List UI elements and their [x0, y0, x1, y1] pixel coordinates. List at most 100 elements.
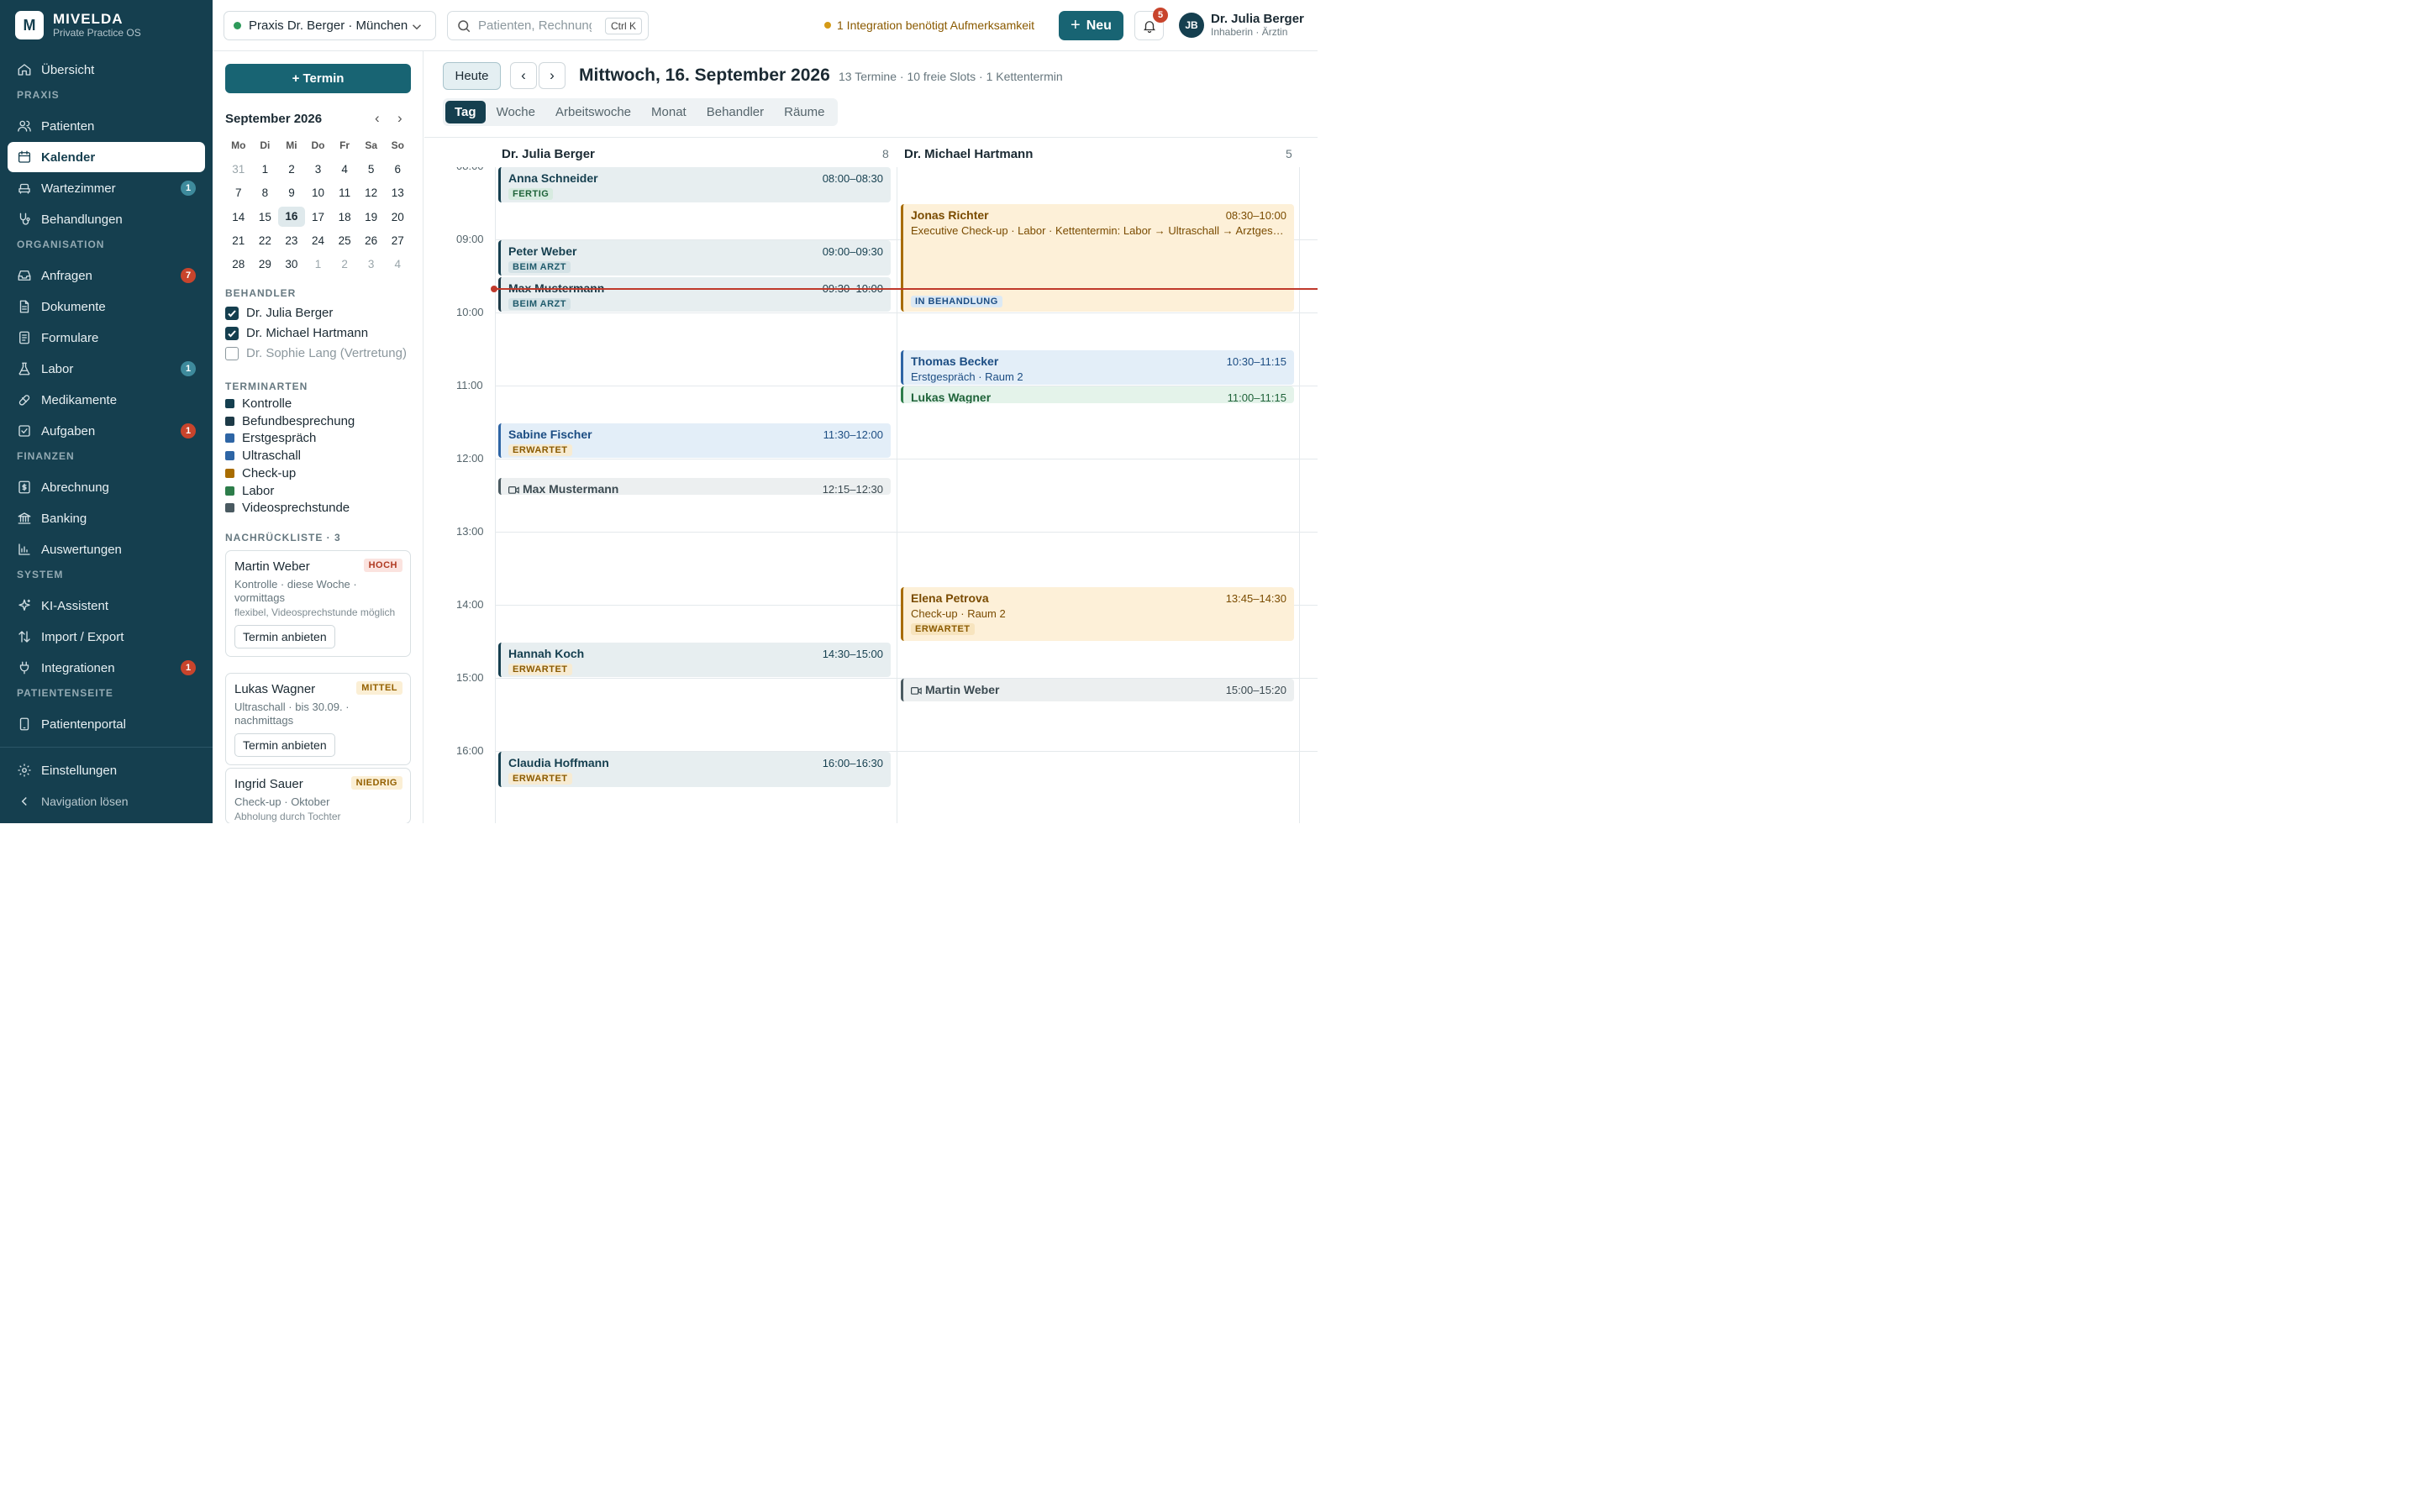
sidebar-item-medikamente[interactable]: Medikamente [8, 385, 205, 415]
sidebar-item-ki-assistent[interactable]: KI-Assistent [8, 591, 205, 621]
notifications-button[interactable]: 5 [1134, 8, 1168, 40]
sidebar-item-integrationen[interactable]: Integrationen 1 [8, 653, 205, 683]
behandler-filter[interactable]: Dr. Michael Hartmann [225, 326, 368, 340]
mini-calendar-day[interactable]: 28 [225, 258, 252, 270]
checkbox-unchecked[interactable] [225, 346, 239, 360]
mini-calendar-next-button[interactable]: › [397, 110, 402, 127]
sidebar-item-settings[interactable]: Einstellungen [8, 755, 205, 785]
mini-calendar-day[interactable]: 21 [225, 234, 252, 247]
mini-calendar-day[interactable]: 1 [252, 163, 279, 176]
mini-calendar-day[interactable]: 19 [358, 211, 385, 223]
mini-calendar-day[interactable]: 2 [278, 163, 305, 176]
appointment-card[interactable]: Peter Weber 09:00–09:30 BEIM ARZT [498, 240, 891, 276]
mini-calendar-day[interactable]: 2 [331, 258, 358, 270]
mini-calendar-day[interactable]: 12 [358, 186, 385, 199]
tab-arbeitswoche[interactable]: Arbeitswoche [546, 101, 640, 123]
appointment-card[interactable]: Claudia Hoffmann 16:00–16:30 ERWARTET [498, 752, 891, 787]
avatar[interactable]: JB [1179, 13, 1204, 38]
checkbox-checked[interactable] [225, 306, 239, 320]
sidebar-item-behandlungen[interactable]: Behandlungen [8, 204, 205, 234]
checkbox-checked[interactable] [225, 326, 239, 340]
mini-calendar-day-today[interactable]: 16 [278, 207, 305, 228]
mini-calendar-day[interactable]: 18 [331, 211, 358, 223]
sidebar-item-formulare[interactable]: Formulare [8, 323, 205, 353]
tab-monat[interactable]: Monat [642, 101, 696, 123]
sidebar-item-labor[interactable]: Labor 1 [8, 354, 205, 384]
day-grid[interactable]: 08:00 09:00 10:00 11:00 12:00 13:00 14:00 15:00… [424, 167, 1318, 823]
mini-calendar-day[interactable]: 13 [384, 186, 411, 199]
user-name[interactable]: Dr. Julia Berger [1211, 12, 1304, 26]
mini-calendar-day[interactable]: 7 [225, 186, 252, 199]
appointment-card[interactable]: Elena Petrova 13:45–14:30 Check-up · Raum … [901, 587, 1294, 641]
sidebar-item-übersicht[interactable]: Übersicht [8, 55, 205, 85]
mini-calendar-day[interactable]: 30 [278, 258, 305, 270]
appointment-card[interactable]: Sabine Fischer 11:30–12:00 ERWARTET [498, 423, 891, 458]
mini-calendar-day[interactable]: 11 [331, 186, 358, 199]
sidebar-item-wartezimmer[interactable]: Wartezimmer 1 [8, 173, 205, 203]
appointment-card[interactable]: Lukas Wagner 11:00–11:15 [901, 386, 1294, 403]
prev-day-button[interactable]: ‹ [510, 62, 537, 89]
sidebar-item-patientenportal[interactable]: Patientenportal [8, 709, 205, 739]
sidebar-item-auswertungen[interactable]: Auswertungen [8, 534, 205, 564]
mini-calendar-day[interactable]: 29 [252, 258, 279, 270]
mini-calendar-day[interactable]: 8 [252, 186, 279, 199]
mini-calendar-day[interactable]: 6 [384, 163, 411, 176]
tab-woche[interactable]: Woche [487, 101, 544, 123]
mini-calendar-day[interactable]: 17 [305, 211, 332, 223]
add-appointment-button[interactable]: + Termin [225, 64, 411, 93]
tab-räume[interactable]: Räume [775, 101, 834, 123]
mini-calendar-day[interactable]: 4 [384, 258, 411, 270]
sidebar-item-abrechnung[interactable]: Abrechnung [8, 472, 205, 502]
mini-calendar-day[interactable]: 10 [305, 186, 332, 199]
mini-calendar-day[interactable]: 26 [358, 234, 385, 247]
sidebar-item-anfragen[interactable]: Anfragen 7 [8, 260, 205, 291]
sidebar-item-label: Anfragen [41, 268, 92, 283]
today-button[interactable]: Heute [443, 62, 501, 90]
search-input[interactable] [478, 18, 592, 33]
waitlist-card[interactable]: Martin Weber HOCH Kontrolle · diese Woche … [225, 550, 411, 657]
appointment-card[interactable]: Jonas Richter 08:30–10:00 Executive Check-… [901, 203, 1294, 312]
global-search[interactable]: Ctrl K [447, 11, 649, 40]
tab-tag[interactable]: Tag [445, 101, 486, 123]
mini-calendar-day[interactable]: 3 [305, 163, 332, 176]
sidebar-item-banking[interactable]: Banking [8, 503, 205, 533]
collapse-navigation-button[interactable]: Navigation lösen [8, 786, 205, 816]
sidebar-item-import-export[interactable]: Import / Export [8, 622, 205, 652]
appointment-card[interactable]: Max Mustermann09:30–10:00BEIM ARZT [498, 276, 891, 312]
mini-calendar-day[interactable]: 31 [225, 163, 252, 176]
mini-calendar-prev-button[interactable]: ‹ [375, 110, 380, 127]
mini-calendar-day[interactable]: 14 [225, 211, 252, 223]
sidebar-item-aufgaben[interactable]: Aufgaben 1 [8, 416, 205, 446]
mini-calendar-day[interactable]: 4 [331, 163, 358, 176]
mini-calendar-day[interactable]: 1 [305, 258, 332, 270]
behandler-filter[interactable]: Dr. Sophie Lang (Vertretung) [225, 346, 407, 360]
appointment-video[interactable]: Martin Weber 15:00–15:20 [901, 679, 1294, 701]
mini-calendar-day[interactable]: 3 [358, 258, 385, 270]
mini-calendar-day[interactable]: 9 [278, 186, 305, 199]
appointment-card[interactable]: Thomas Becker 10:30–11:15 Erstgespräch · R… [901, 349, 1294, 385]
new-button[interactable]: + Neu [1059, 11, 1123, 40]
offer-appointment-button[interactable]: Termin anbieten [234, 733, 335, 757]
waitlist-card[interactable]: Ingrid Sauer NIEDRIG Check-up · Oktober Abh… [225, 768, 411, 823]
sidebar-item-dokumente[interactable]: Dokumente [8, 291, 205, 322]
next-day-button[interactable]: › [539, 62, 566, 89]
offer-appointment-button[interactable]: Termin anbieten [234, 625, 335, 648]
waitlist-card[interactable]: Lukas Wagner MITTEL Ultraschall · bis 30.0… [225, 673, 411, 765]
mini-calendar-day[interactable]: 22 [252, 234, 279, 247]
mini-calendar-day[interactable]: 15 [252, 211, 279, 223]
mini-calendar-day[interactable]: 25 [331, 234, 358, 247]
mini-calendar-day[interactable]: 27 [384, 234, 411, 247]
sidebar-item-kalender[interactable]: Kalender [8, 142, 205, 172]
location-selector[interactable]: Praxis Dr. Berger · München [224, 11, 436, 40]
mini-calendar-day[interactable]: 5 [358, 163, 385, 176]
tab-behandler[interactable]: Behandler [697, 101, 773, 123]
appointment-video[interactable]: Max Mustermann 12:15–12:30 [498, 477, 891, 495]
integration-warning[interactable]: 1 Integration benötigt Aufmerksamkeit [824, 18, 1034, 32]
sidebar-item-patienten[interactable]: Patienten [8, 111, 205, 141]
behandler-filter[interactable]: Dr. Julia Berger [225, 306, 333, 320]
appointment-card[interactable]: Anna Schneider 08:00–08:30 FERTIG [498, 167, 891, 202]
mini-calendar-day[interactable]: 24 [305, 234, 332, 247]
mini-calendar-day[interactable]: 23 [278, 234, 305, 247]
appointment-card[interactable]: Hannah Koch 14:30–15:00 ERWARTET [498, 642, 891, 677]
mini-calendar-day[interactable]: 20 [384, 211, 411, 223]
